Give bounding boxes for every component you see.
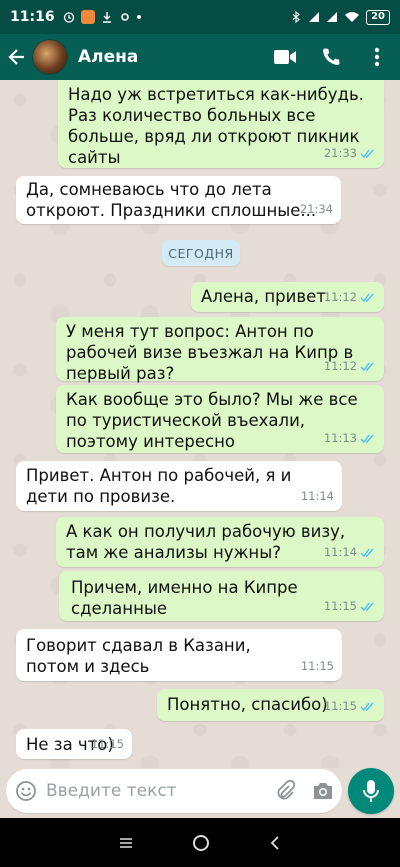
attach-button[interactable] (266, 769, 304, 813)
message-text: Говорит сдавал в Казани, потом и здесь (26, 636, 251, 676)
read-ticks-icon (360, 548, 374, 557)
message-bubble-incoming[interactable]: Да, сомневаюсь что до лета откроют. Праз… (16, 176, 341, 224)
message-meta: 21:34 (300, 199, 333, 220)
phone-icon (323, 48, 340, 65)
day-divider: СЕГОДНЯ (162, 240, 240, 266)
message-meta: 11:15 (324, 696, 376, 717)
emoji-icon (16, 781, 36, 801)
message-bubble-outgoing[interactable]: Причем, именно на Кипре сделанные 11:15 (59, 571, 384, 621)
alarm-icon (63, 12, 74, 23)
message-text: Привет. Антон по рабочей, я и дети по пр… (26, 466, 292, 506)
signal-icon (309, 12, 320, 22)
contact-name[interactable]: Алена (78, 47, 262, 67)
app-notification-icon (80, 10, 95, 24)
message-meta: 11:14 (301, 486, 334, 507)
voice-call-button[interactable] (308, 34, 354, 80)
message-list[interactable]: Надо уж встретиться как-нибудь. Раз коли… (0, 80, 400, 768)
message-meta: 11:12 (324, 356, 376, 377)
signal-2-icon (327, 12, 338, 22)
menu-nav-icon[interactable] (119, 837, 133, 849)
read-ticks-icon (360, 293, 374, 302)
message-time: 11:14 (323, 545, 357, 559)
message-bubble-outgoing[interactable]: А как он получил рабочую визу, там же ан… (56, 517, 384, 567)
message-bubble-outgoing[interactable]: Алена, привет 11:12 (191, 282, 384, 312)
emoji-button[interactable] (6, 769, 46, 813)
more-dot-icon (136, 15, 141, 19)
message-bubble-incoming[interactable]: Не за что) 11:15 (16, 729, 132, 759)
message-time: 11:12 (323, 290, 357, 304)
message-bubble-outgoing[interactable]: Как вообще это было? Мы же все по турист… (56, 385, 384, 453)
camera-button[interactable] (304, 769, 342, 813)
message-time: 11:12 (323, 359, 357, 373)
message-meta: 11:15 (91, 734, 124, 755)
mic-icon (363, 780, 379, 802)
message-bubble-outgoing[interactable]: Понятно, спасибо) 11:15 (157, 689, 384, 721)
system-nav-bar (0, 818, 400, 867)
message-time: 11:13 (323, 431, 357, 445)
message-bubble-outgoing[interactable]: Надо уж встретиться как-нибудь. Раз коли… (58, 80, 384, 168)
status-system-icons: 20 (290, 9, 390, 25)
back-arrow-icon (8, 49, 24, 65)
read-ticks-icon (360, 362, 374, 371)
message-time: 21:34 (299, 202, 333, 216)
message-meta: 11:13 (324, 428, 376, 449)
message-meta: 11:15 (324, 596, 376, 617)
battery-indicator: 20 (366, 9, 390, 25)
more-vert-icon (374, 47, 380, 67)
more-options-button[interactable] (354, 34, 400, 80)
back-nav-icon[interactable] (269, 835, 281, 850)
message-text: Да, сомневаюсь что до лета откроют. Праз… (26, 180, 317, 220)
status-time: 11:16 (10, 9, 55, 25)
message-time: 21:33 (323, 146, 357, 160)
message-meta: 21:33 (324, 143, 376, 164)
message-time: 11:15 (300, 659, 334, 673)
read-ticks-icon (360, 434, 374, 443)
chat-header: Алена (0, 34, 400, 80)
attach-icon (277, 780, 296, 800)
read-ticks-icon (360, 702, 374, 711)
video-call-button[interactable] (262, 34, 308, 80)
message-bubble-outgoing[interactable]: У меня тут вопрос: Антон по рабочей визе… (56, 317, 384, 383)
status-notification-icons (63, 10, 141, 24)
home-nav-icon[interactable] (192, 834, 210, 852)
message-time: 11:15 (323, 699, 357, 713)
message-time: 11:15 (90, 737, 124, 751)
composer-field (6, 769, 342, 813)
download-icon (102, 12, 111, 23)
video-call-icon (274, 50, 296, 64)
read-ticks-icon (360, 602, 374, 611)
message-meta: 11:15 (301, 656, 334, 677)
message-time: 11:14 (300, 489, 334, 503)
settings-notification-icon (120, 13, 129, 21)
wifi-icon (345, 12, 360, 22)
message-meta: 11:14 (324, 542, 376, 563)
read-ticks-icon (360, 149, 374, 158)
message-bubble-incoming[interactable]: Привет. Антон по рабочей, я и дети по пр… (16, 461, 342, 511)
composer-bar (0, 768, 400, 818)
message-input[interactable] (46, 781, 266, 801)
message-bubble-incoming[interactable]: Говорит сдавал в Казани, потом и здесь 1… (16, 629, 342, 681)
mic-button[interactable] (348, 768, 394, 814)
back-button[interactable] (2, 34, 32, 80)
message-time: 11:15 (323, 599, 357, 613)
camera-icon (314, 783, 332, 799)
message-meta: 11:12 (324, 287, 376, 308)
bluetooth-icon (292, 11, 300, 23)
avatar[interactable] (32, 39, 68, 75)
status-bar: 11:16 20 (0, 0, 400, 34)
